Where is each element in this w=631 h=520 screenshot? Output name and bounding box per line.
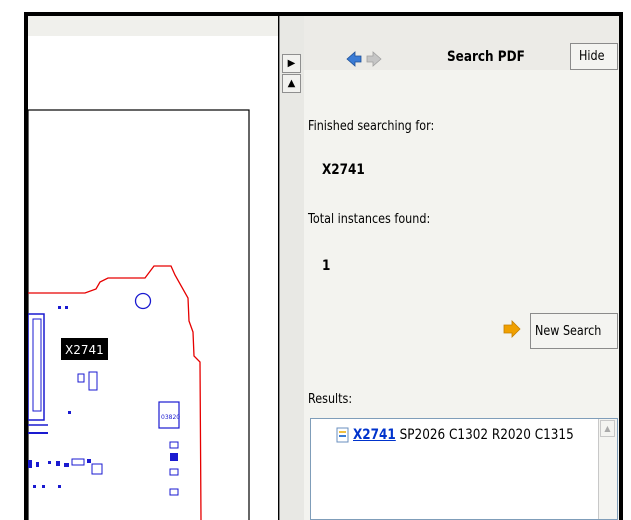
list-item[interactable]: X2741 SP2026 C1302 R2020 C1315 (353, 427, 574, 443)
left-arrow-icon (346, 51, 362, 67)
results-list[interactable]: X2741 SP2026 C1302 R2020 C1315 ▲ (310, 418, 618, 520)
pcb-red-outline (28, 265, 202, 520)
right-arrow-icon (366, 51, 382, 67)
triangle-up-icon: ▲ (604, 424, 611, 433)
scroll-up-button[interactable]: ▲ (282, 74, 301, 93)
total-count: 1 (322, 258, 331, 274)
document-toolbar (28, 16, 278, 37)
back-arrow-button[interactable] (346, 51, 362, 67)
pdf-document-icon (336, 427, 350, 443)
results-scrollbar[interactable]: ▲ (598, 419, 617, 519)
result-context: SP2026 C1302 R2020 C1315 (395, 427, 574, 443)
component (32, 318, 42, 412)
new-search-arrow-icon (503, 320, 521, 338)
total-label: Total instances found: (308, 212, 431, 227)
new-search-label: New Search (535, 323, 602, 339)
document-view[interactable]: 03820 X2741 (28, 36, 278, 520)
new-search-button[interactable]: New Search (530, 313, 618, 349)
hide-label: Hide (579, 49, 605, 64)
component (28, 313, 45, 421)
finished-label: Finished searching for: (308, 119, 435, 134)
pcb-schematic: 03820 X2741 (28, 109, 250, 520)
results-label: Results: (308, 392, 353, 407)
panel-title: Search PDF (447, 49, 525, 65)
divider-scrollbar[interactable]: ▶ ▲ (279, 16, 304, 520)
scroll-up-button[interactable]: ▲ (600, 420, 615, 437)
highlight-text: X2741 (65, 343, 104, 357)
page-border (28, 109, 250, 520)
search-panel: Search PDF Hide Finished searching for: … (304, 16, 619, 520)
result-match-link[interactable]: X2741 (353, 427, 396, 443)
triangle-right-icon: ▶ (287, 58, 296, 69)
chip-label: 03820 (161, 414, 180, 421)
forward-arrow-button[interactable] (366, 51, 382, 67)
search-term: X2741 (322, 162, 365, 178)
expand-toggle-button[interactable]: ▶ (282, 54, 301, 73)
hide-button[interactable]: Hide (570, 43, 618, 70)
mounting-hole (134, 292, 152, 310)
triangle-up-icon: ▲ (287, 78, 296, 89)
